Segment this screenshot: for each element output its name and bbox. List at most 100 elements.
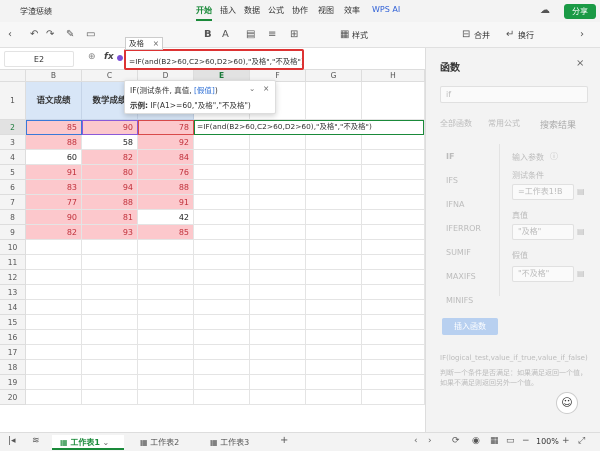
select-all-corner[interactable] [0, 70, 26, 82]
empty-cell[interactable] [194, 210, 250, 225]
data-cell[interactable]: 81 [82, 210, 138, 225]
empty-cell[interactable] [194, 225, 250, 240]
empty-cell[interactable] [194, 165, 250, 180]
empty-cell[interactable] [306, 300, 362, 315]
sheet-tab-1[interactable]: ▦ 工作表1 ⌄ [52, 435, 124, 450]
menu-collab[interactable]: 协作 [292, 5, 308, 16]
row-header[interactable]: 10 [0, 240, 26, 255]
empty-cell[interactable] [250, 285, 306, 300]
empty-cell[interactable] [250, 390, 306, 405]
empty-cell[interactable] [362, 330, 425, 345]
data-cell[interactable]: 84 [138, 150, 194, 165]
style-label[interactable]: 样式 [352, 30, 368, 41]
empty-cell[interactable] [138, 360, 194, 375]
empty-cell[interactable] [250, 150, 306, 165]
empty-cell[interactable] [362, 135, 425, 150]
empty-cell[interactable] [306, 315, 362, 330]
data-cell[interactable]: 85 [138, 225, 194, 240]
empty-cell[interactable] [362, 390, 425, 405]
row-header[interactable]: 1 [0, 82, 26, 120]
cell-e2-editing[interactable]: =IF(and(B2>60,C2>60,D2>60),"及格","不及格") [194, 120, 424, 135]
empty-cell[interactable] [138, 285, 194, 300]
menu-wps-ai[interactable]: WPS AI [372, 5, 400, 14]
empty-cell[interactable] [250, 225, 306, 240]
data-cell[interactable]: 82 [82, 150, 138, 165]
font-color-icon[interactable]: A [222, 29, 229, 40]
empty-cell[interactable] [82, 345, 138, 360]
empty-cell[interactable] [194, 255, 250, 270]
empty-cell[interactable] [138, 375, 194, 390]
empty-cell[interactable] [306, 82, 362, 120]
page-view-icon[interactable]: ▭ [506, 436, 515, 446]
name-box[interactable]: E2 [4, 51, 74, 67]
empty-cell[interactable] [250, 195, 306, 210]
empty-cell[interactable] [26, 300, 82, 315]
empty-cell[interactable] [250, 240, 306, 255]
empty-cell[interactable] [82, 300, 138, 315]
data-cell[interactable]: 83 [26, 180, 82, 195]
data-cell[interactable]: 91 [138, 195, 194, 210]
row-header[interactable]: 17 [0, 345, 26, 360]
row-header[interactable]: 12 [0, 270, 26, 285]
empty-cell[interactable] [138, 330, 194, 345]
param-input-false[interactable]: "不及格" [512, 266, 574, 282]
empty-cell[interactable] [362, 375, 425, 390]
data-cell[interactable]: 91 [26, 165, 82, 180]
function-list-item[interactable]: MINIFS [446, 296, 473, 305]
function-list-item[interactable]: IFNA [446, 200, 464, 209]
add-sheet-icon[interactable]: + [280, 435, 288, 446]
zoom-in-icon[interactable]: + [562, 436, 570, 446]
empty-cell[interactable] [194, 240, 250, 255]
row-header[interactable]: 9 [0, 225, 26, 240]
menu-efficiency[interactable]: 效率 [344, 5, 360, 16]
empty-cell[interactable] [362, 270, 425, 285]
data-cell[interactable]: 58 [82, 135, 138, 150]
data-cell[interactable]: 85 [26, 120, 82, 135]
cloud-icon[interactable]: ☁ [540, 5, 550, 16]
empty-cell[interactable] [194, 150, 250, 165]
chevron-down-icon[interactable]: ⌄ [249, 84, 255, 93]
row-header[interactable]: 5 [0, 165, 26, 180]
empty-cell[interactable] [194, 345, 250, 360]
tooltip-optional-arg[interactable]: [假值] [194, 86, 215, 95]
row-header[interactable]: 19 [0, 375, 26, 390]
empty-cell[interactable] [362, 82, 425, 120]
empty-cell[interactable] [194, 285, 250, 300]
empty-cell[interactable] [138, 345, 194, 360]
empty-cell[interactable] [138, 240, 194, 255]
suggestion-text[interactable]: 及格 [129, 39, 144, 48]
empty-cell[interactable] [306, 210, 362, 225]
empty-cell[interactable] [138, 390, 194, 405]
data-cell[interactable]: 42 [138, 210, 194, 225]
empty-cell[interactable] [362, 240, 425, 255]
row-header[interactable]: 3 [0, 135, 26, 150]
empty-cell[interactable] [194, 330, 250, 345]
empty-cell[interactable] [306, 360, 362, 375]
zoom-out-icon[interactable]: − [522, 436, 530, 446]
empty-cell[interactable] [306, 270, 362, 285]
param-input-true[interactable]: "及格" [512, 224, 574, 240]
menu-formula[interactable]: 公式 [268, 5, 284, 16]
scroll-left-icon[interactable]: ‹ [414, 436, 418, 446]
zoom-level[interactable]: 100% [536, 437, 559, 446]
range-select-icon[interactable]: ▤ [577, 269, 585, 278]
empty-cell[interactable] [250, 165, 306, 180]
empty-cell[interactable] [250, 300, 306, 315]
empty-cell[interactable] [194, 270, 250, 285]
empty-cell[interactable] [250, 360, 306, 375]
empty-cell[interactable] [306, 345, 362, 360]
undo-icon[interactable]: ↶ [30, 29, 38, 40]
empty-cell[interactable] [26, 240, 82, 255]
empty-cell[interactable] [306, 390, 362, 405]
col-header-h[interactable]: H [362, 70, 425, 82]
fx-icon[interactable]: fx [104, 52, 114, 62]
bold-icon[interactable]: B [204, 29, 212, 40]
empty-cell[interactable] [306, 285, 362, 300]
empty-cell[interactable] [26, 285, 82, 300]
data-cell[interactable]: 90 [82, 120, 138, 135]
empty-cell[interactable] [306, 150, 362, 165]
empty-cell[interactable] [250, 210, 306, 225]
empty-cell[interactable] [250, 135, 306, 150]
close-panel-icon[interactable]: × [576, 58, 584, 69]
function-list-item[interactable]: SUMIF [446, 248, 471, 257]
